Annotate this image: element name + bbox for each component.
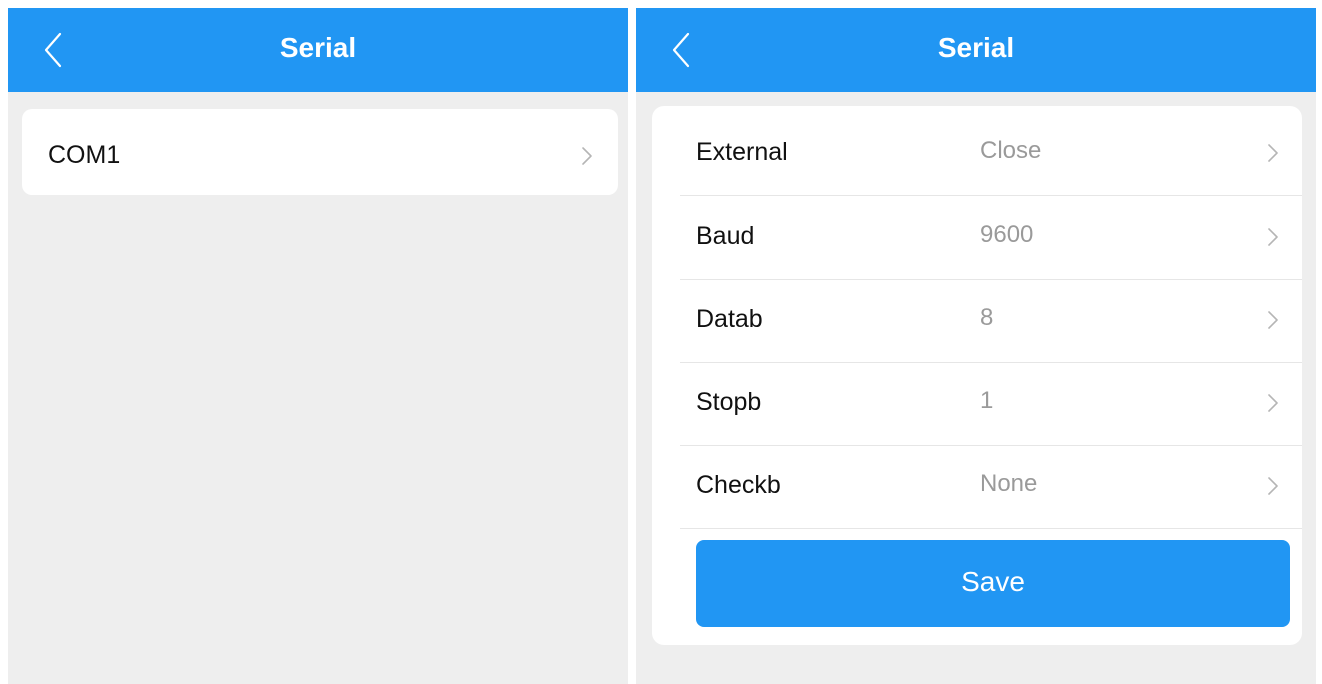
- back-button[interactable]: [30, 26, 78, 74]
- chevron-right-icon: [1268, 228, 1278, 246]
- setting-label: Baud: [696, 222, 755, 250]
- setting-label: Datab: [696, 305, 763, 333]
- setting-value: Close: [980, 137, 1042, 164]
- setting-value: 1: [980, 387, 994, 414]
- serial-ports-screen: Serial COM1: [8, 8, 628, 684]
- setting-row-stopb[interactable]: Stopb 1: [680, 362, 1302, 446]
- chevron-right-icon: [1268, 394, 1278, 412]
- top-bar: Serial: [8, 8, 628, 92]
- port-list: COM1: [22, 109, 618, 195]
- list-item-com1[interactable]: COM1: [22, 109, 618, 195]
- chevron-left-icon: [672, 32, 690, 68]
- top-bar: Serial: [636, 8, 1316, 92]
- page-title: Serial: [279, 32, 357, 63]
- setting-row-datab[interactable]: Datab 8: [680, 279, 1302, 363]
- setting-value: 8: [980, 304, 994, 331]
- setting-row-baud[interactable]: Baud 9600: [680, 196, 1302, 280]
- back-button[interactable]: [658, 26, 706, 74]
- port-label: COM1: [48, 141, 121, 169]
- chevron-right-icon: [1268, 311, 1278, 329]
- settings-card: External Close Baud 9600 Datab 8 Stopb 1: [652, 106, 1302, 645]
- page-title: Serial: [937, 32, 1015, 63]
- setting-value: None: [980, 470, 1038, 497]
- chevron-left-icon: [44, 32, 62, 68]
- setting-value: 9600: [980, 221, 1034, 248]
- setting-row-external[interactable]: External Close: [680, 112, 1302, 196]
- serial-settings-screen: Serial External Close Baud 9600 Datab 8 …: [636, 8, 1316, 684]
- chevron-right-icon: [1268, 477, 1278, 495]
- chevron-right-icon: [1268, 144, 1278, 162]
- setting-label: Stopb: [696, 388, 762, 416]
- chevron-right-icon: [582, 147, 592, 165]
- save-button[interactable]: Save: [696, 540, 1290, 627]
- setting-label: Checkb: [696, 471, 781, 499]
- setting-label: External: [696, 138, 788, 166]
- setting-row-checkb[interactable]: Checkb None: [680, 445, 1302, 529]
